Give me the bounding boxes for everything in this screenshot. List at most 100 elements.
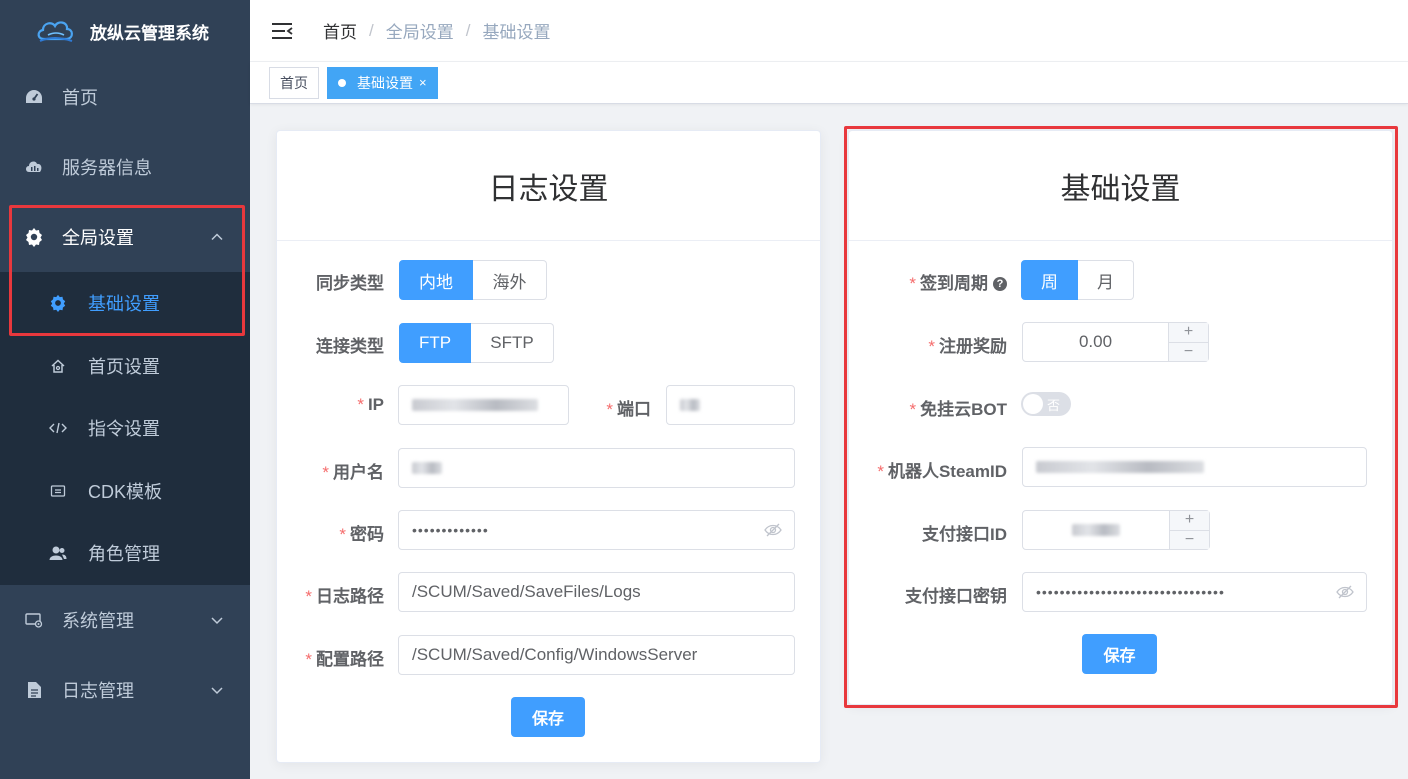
chevron-down-icon bbox=[211, 686, 223, 694]
conn-type-option-ftp[interactable]: FTP bbox=[399, 323, 471, 363]
port-input[interactable] bbox=[666, 385, 795, 425]
close-icon[interactable]: × bbox=[419, 75, 427, 90]
conn-type-option-sftp[interactable]: SFTP bbox=[471, 323, 554, 363]
required-mark: * bbox=[305, 650, 312, 669]
decrease-button[interactable]: − bbox=[1169, 343, 1208, 362]
steam-id-input[interactable] bbox=[1022, 447, 1367, 487]
steam-id-label: * 机器人SteamID bbox=[862, 457, 1007, 482]
pay-key-value: •••••••••••••••••••••••••••••••• bbox=[1036, 584, 1225, 600]
cloud-server-icon bbox=[24, 157, 44, 177]
basic-settings-save-button[interactable]: 保存 bbox=[1082, 634, 1157, 674]
sidebar-item-basic-settings[interactable]: 基础设置 bbox=[0, 272, 250, 335]
label-text: 签到周期 bbox=[920, 274, 988, 293]
signin-cycle-label: * 签到周期? bbox=[862, 269, 1007, 294]
eye-hidden-icon[interactable] bbox=[1336, 585, 1354, 599]
sidebar-item-label: CDK模板 bbox=[88, 481, 163, 502]
breadcrumb-item[interactable]: 首页 bbox=[323, 18, 357, 43]
sidebar-item-system-management[interactable]: 系统管理 bbox=[0, 585, 250, 655]
username-label: * 用户名 bbox=[290, 458, 384, 483]
sidebar-item-label: 首页 bbox=[62, 88, 98, 108]
log-path-label: * 日志路径 bbox=[290, 582, 384, 607]
sidebar-item-global-settings[interactable]: 全局设置 bbox=[0, 202, 250, 272]
label-text: 免挂云BOT bbox=[920, 400, 1007, 419]
required-mark: * bbox=[339, 525, 346, 544]
ip-input[interactable] bbox=[398, 385, 569, 425]
pay-key-label: 支付接口密钥 bbox=[862, 582, 1007, 607]
log-settings-save-button[interactable]: 保存 bbox=[511, 697, 585, 737]
sync-type-option-mainland[interactable]: 内地 bbox=[399, 260, 473, 300]
sync-type-group: 内地 海外 bbox=[399, 260, 547, 300]
home-icon bbox=[48, 356, 68, 376]
required-mark: * bbox=[305, 587, 312, 606]
tag-home[interactable]: 首页 bbox=[269, 66, 319, 99]
sidebar-item-server-info[interactable]: 服务器信息 bbox=[0, 132, 250, 202]
tags-view: 首页 基础设置 × bbox=[250, 62, 1408, 104]
sidebar-item-cdk-template[interactable]: CDK模板 bbox=[0, 460, 250, 523]
port-label: * 端口 bbox=[580, 395, 651, 420]
eye-hidden-icon[interactable] bbox=[764, 523, 782, 537]
username-input[interactable] bbox=[398, 448, 795, 488]
stepper-value[interactable] bbox=[1023, 511, 1169, 549]
tag-label: 基础设置 bbox=[357, 74, 413, 91]
register-reward-stepper[interactable]: 0.00 + − bbox=[1022, 322, 1209, 362]
stepper-value[interactable]: 0.00 bbox=[1023, 323, 1168, 361]
label-text: 密码 bbox=[350, 525, 384, 544]
required-mark: * bbox=[322, 463, 329, 482]
question-icon[interactable]: ? bbox=[993, 277, 1007, 291]
register-reward-label: * 注册奖励 bbox=[862, 332, 1007, 357]
sidebar-item-home[interactable]: 首页 bbox=[0, 62, 250, 132]
sidebar-item-command-settings[interactable]: 指令设置 bbox=[0, 397, 250, 460]
breadcrumb: 首页 / 全局设置 / 基础设置 bbox=[323, 18, 550, 43]
free-bot-switch[interactable]: 否 bbox=[1021, 392, 1071, 416]
label-text: 支付接口ID bbox=[922, 525, 1007, 544]
pay-id-stepper[interactable]: + − bbox=[1022, 510, 1210, 550]
label-text: 连接类型 bbox=[316, 337, 384, 356]
sidebar-item-label: 日志管理 bbox=[62, 680, 134, 701]
ip-label: * IP bbox=[290, 395, 384, 415]
sidebar-item-label: 系统管理 bbox=[62, 610, 134, 631]
sidebar-item-role-management[interactable]: 角色管理 bbox=[0, 522, 250, 585]
label-text: 日志路径 bbox=[316, 587, 384, 606]
dashboard-icon bbox=[24, 87, 44, 107]
breadcrumb-separator: / bbox=[369, 20, 374, 40]
signin-cycle-group: 周 月 bbox=[1021, 260, 1134, 300]
switch-knob bbox=[1023, 394, 1043, 414]
required-mark: * bbox=[606, 400, 613, 419]
logo[interactable]: 放纵云管理系统 bbox=[0, 0, 250, 62]
app-title: 放纵云管理系统 bbox=[90, 23, 209, 43]
sidebar-item-home-settings[interactable]: 首页设置 bbox=[0, 335, 250, 398]
conn-type-label: 连接类型 bbox=[290, 332, 384, 357]
increase-button[interactable]: + bbox=[1170, 511, 1209, 531]
monitor-settings-icon bbox=[24, 610, 44, 630]
tag-basic-settings[interactable]: 基础设置 × bbox=[327, 66, 438, 99]
sidebar-item-label: 首页设置 bbox=[88, 356, 160, 377]
password-input[interactable]: ••••••••••••• bbox=[398, 510, 795, 550]
chevron-up-icon bbox=[211, 233, 223, 241]
switch-state-text: 否 bbox=[1047, 397, 1061, 413]
decrease-button[interactable]: − bbox=[1170, 531, 1209, 550]
free-bot-label: * 免挂云BOT bbox=[862, 395, 1007, 420]
pay-key-input[interactable]: •••••••••••••••••••••••••••••••• bbox=[1022, 572, 1367, 612]
increase-button[interactable]: + bbox=[1169, 323, 1208, 343]
conn-type-group: FTP SFTP bbox=[399, 323, 554, 363]
log-path-input[interactable]: /SCUM/Saved/SaveFiles/Logs bbox=[398, 572, 795, 612]
label-text: 注册奖励 bbox=[939, 337, 1007, 356]
breadcrumb-separator: / bbox=[465, 20, 471, 40]
signin-cycle-option-week[interactable]: 周 bbox=[1021, 260, 1078, 300]
signin-cycle-option-month[interactable]: 月 bbox=[1078, 260, 1134, 300]
sidebar-item-log-management[interactable]: 日志管理 bbox=[0, 655, 250, 725]
card-title: 日志设置 bbox=[277, 131, 820, 241]
pay-id-label: 支付接口ID bbox=[862, 520, 1007, 545]
menu-fold-icon[interactable] bbox=[271, 21, 293, 41]
required-mark: * bbox=[357, 395, 364, 414]
card-title: 基础设置 bbox=[849, 131, 1392, 241]
sync-type-option-overseas[interactable]: 海外 bbox=[473, 260, 547, 300]
chevron-down-icon bbox=[211, 616, 223, 624]
stepper-controls: + − bbox=[1168, 323, 1208, 361]
breadcrumb-item: 基础设置 bbox=[482, 23, 551, 42]
redacted-value bbox=[412, 399, 538, 411]
label-text: 用户名 bbox=[333, 463, 384, 482]
sidebar-item-label: 全局设置 bbox=[62, 228, 134, 248]
config-path-input[interactable]: /SCUM/Saved/Config/WindowsServer bbox=[398, 635, 795, 675]
required-mark: * bbox=[928, 337, 935, 356]
